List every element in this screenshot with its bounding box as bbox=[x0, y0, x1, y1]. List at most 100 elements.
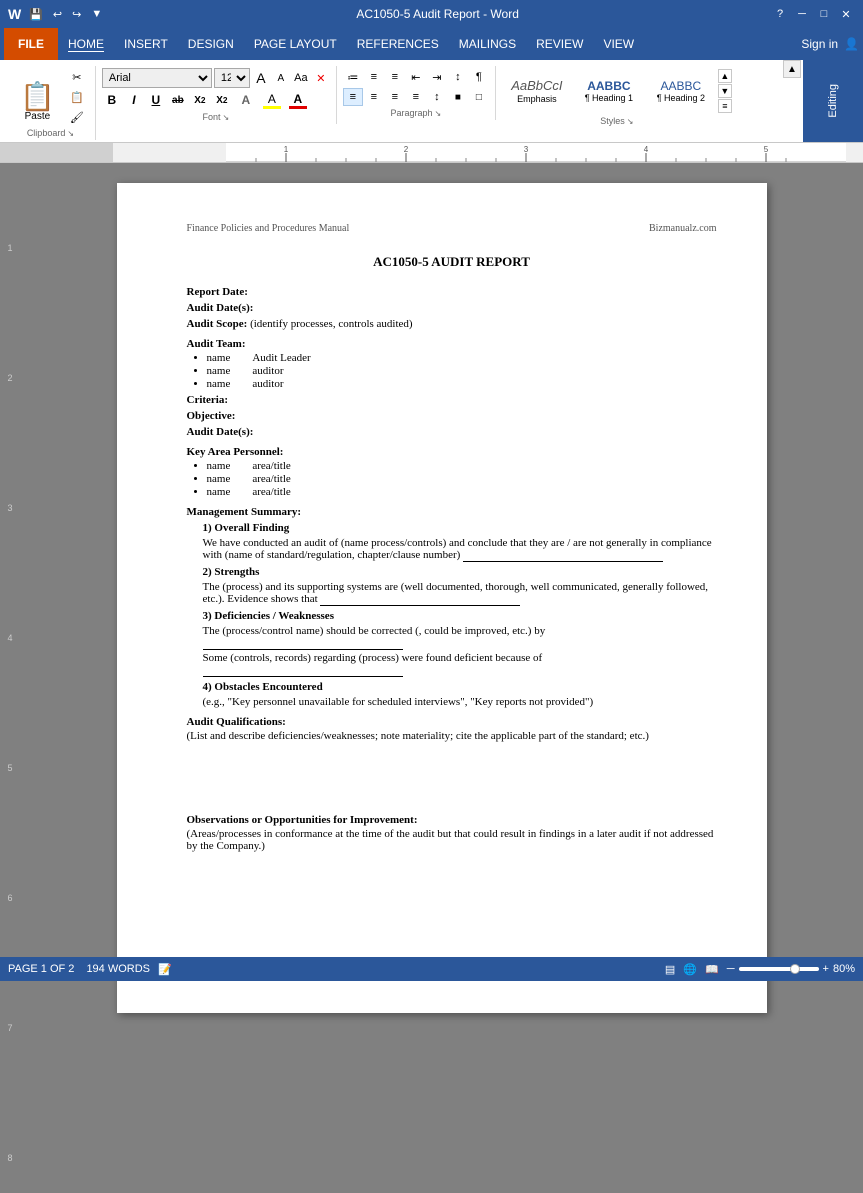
font-content: Arial 12 A A Aa ✕ B I bbox=[102, 68, 330, 110]
signin-area[interactable]: Sign in 👤 bbox=[801, 37, 859, 51]
overall-finding-title: 1) Overall Finding bbox=[203, 522, 717, 534]
align-center-button[interactable]: ≡ bbox=[364, 88, 384, 106]
file-menu-button[interactable]: FILE bbox=[4, 28, 58, 60]
menu-mailings[interactable]: MAILINGS bbox=[449, 28, 526, 60]
underline-button[interactable]: U bbox=[146, 90, 166, 110]
word-logo-icon: W bbox=[8, 6, 21, 22]
status-bar: PAGE 1 OF 2 194 WORDS 📝 ▤ 🌐 📖 ─ + 80% bbox=[0, 957, 863, 981]
audit-scope-section: Audit Scope: (identify processes, contro… bbox=[187, 318, 717, 330]
menu-home[interactable]: HOME bbox=[58, 28, 114, 60]
styles-down-arrow[interactable]: ▼ bbox=[718, 84, 732, 98]
audit-scope-label: Audit Scope: bbox=[187, 318, 251, 330]
menu-review[interactable]: REVIEW bbox=[526, 28, 593, 60]
shading-button[interactable]: ■ bbox=[448, 88, 468, 106]
bullets-button[interactable]: ≔ bbox=[343, 68, 363, 86]
overall-finding-section: 1) Overall Finding We have conducted an … bbox=[203, 522, 717, 562]
zoom-bar: ─ + 80% bbox=[727, 963, 855, 975]
key-area-person-3: name area/title bbox=[207, 486, 717, 498]
page-number-marker-7: 7 bbox=[7, 1023, 12, 1033]
audit-team-member-3: name auditor bbox=[207, 378, 717, 390]
emphasis-style-item[interactable]: AaBbCcI Emphasis bbox=[502, 68, 572, 114]
align-right-button[interactable]: ≡ bbox=[385, 88, 405, 106]
deficiencies-line2: Some (controls, records) regarding (proc… bbox=[203, 652, 717, 677]
justify-button[interactable]: ≡ bbox=[406, 88, 426, 106]
highlight-color-button[interactable]: A bbox=[260, 90, 284, 110]
quick-save-icon[interactable]: 💾 bbox=[27, 8, 45, 21]
quick-undo-icon[interactable]: ↩ bbox=[51, 8, 64, 21]
styles-group: AaBbCcI Emphasis AABBC ¶ Heading 1 AABBC… bbox=[496, 66, 738, 128]
help-icon[interactable]: ? bbox=[771, 5, 789, 23]
left-margin: 1 2 3 4 5 6 7 8 bbox=[0, 163, 20, 1163]
heading2-style-item[interactable]: AABBC ¶ Heading 2 bbox=[646, 68, 716, 114]
key-area-list: name area/title name area/title name are… bbox=[207, 460, 717, 498]
clear-format-button[interactable]: ✕ bbox=[312, 68, 330, 88]
clipboard-expand-icon[interactable]: ↘ bbox=[67, 129, 74, 138]
report-date-label: Report Date: bbox=[187, 286, 248, 298]
strikethrough-button[interactable]: ab bbox=[168, 90, 188, 110]
cut-button[interactable]: ✂ bbox=[65, 68, 89, 86]
document-page[interactable]: Finance Policies and Procedures Manual B… bbox=[117, 183, 767, 1013]
styles-expand-icon[interactable]: ↘ bbox=[627, 117, 634, 126]
font-size-select[interactable]: 12 bbox=[214, 68, 250, 88]
line-spacing-button[interactable]: ↕ bbox=[427, 88, 447, 106]
bold-button[interactable]: B bbox=[102, 90, 122, 110]
decrease-indent-button[interactable]: ⇤ bbox=[406, 68, 426, 86]
styles-up-arrow[interactable]: ▲ bbox=[718, 69, 732, 83]
font-grow-button[interactable]: A bbox=[252, 68, 270, 88]
font-shrink-button[interactable]: A bbox=[272, 68, 290, 88]
quick-redo-icon[interactable]: ↪ bbox=[70, 8, 83, 21]
text-effects-button[interactable]: A bbox=[234, 90, 258, 110]
numbering-button[interactable]: ≡ bbox=[364, 68, 384, 86]
zoom-slider[interactable] bbox=[739, 967, 819, 971]
increase-indent-button[interactable]: ⇥ bbox=[427, 68, 447, 86]
top-area: W 💾 ↩ ↪ ▼ AC1050-5 Audit Report - Word ?… bbox=[0, 0, 863, 163]
ribbon-collapse-button[interactable]: ▲ bbox=[783, 60, 801, 78]
emphasis-preview: AaBbCcI bbox=[511, 78, 562, 94]
strengths-text: The (process) and its supporting systems… bbox=[203, 581, 717, 606]
italic-button[interactable]: I bbox=[124, 90, 144, 110]
quick-customize-icon[interactable]: ▼ bbox=[89, 8, 104, 20]
zoom-out-icon[interactable]: ─ bbox=[727, 963, 735, 975]
font-row1: Arial 12 A A Aa ✕ bbox=[102, 68, 330, 88]
multilevel-button[interactable]: ≡ bbox=[385, 68, 405, 86]
ruler-inner: 1 2 3 4 5 bbox=[226, 143, 846, 162]
paragraph-expand-icon[interactable]: ↘ bbox=[435, 109, 442, 118]
ribbon-groups: 📋 Paste ✂ 📋 🖌 Clipboard ↘ bbox=[0, 64, 863, 142]
sort-button[interactable]: ↕ bbox=[448, 68, 468, 86]
menu-design[interactable]: DESIGN bbox=[178, 28, 244, 60]
superscript-button[interactable]: X2 bbox=[212, 90, 232, 110]
svg-text:3: 3 bbox=[524, 145, 529, 154]
copy-button[interactable]: 📋 bbox=[65, 88, 89, 106]
close-button[interactable]: ✕ bbox=[837, 5, 855, 23]
menu-insert[interactable]: INSERT bbox=[114, 28, 178, 60]
menu-view[interactable]: VIEW bbox=[593, 28, 644, 60]
read-mode-icon[interactable]: 📖 bbox=[705, 963, 719, 976]
paste-button[interactable]: 📋 Paste bbox=[12, 79, 63, 126]
subscript-button[interactable]: X2 bbox=[190, 90, 210, 110]
format-painter-button[interactable]: 🖌 bbox=[65, 108, 89, 126]
styles-more-arrow[interactable]: ≡ bbox=[718, 99, 732, 113]
styles-label: Styles ↘ bbox=[502, 116, 732, 126]
heading1-style-item[interactable]: AABBC ¶ Heading 1 bbox=[574, 68, 644, 114]
restore-button[interactable]: □ bbox=[815, 5, 833, 23]
borders-button[interactable]: □ bbox=[469, 88, 489, 106]
signin-label[interactable]: Sign in bbox=[801, 37, 838, 51]
menu-page-layout[interactable]: PAGE LAYOUT bbox=[244, 28, 347, 60]
web-view-icon[interactable]: 🌐 bbox=[683, 963, 697, 976]
show-marks-button[interactable]: ¶ bbox=[469, 68, 489, 86]
change-case-button[interactable]: Aa bbox=[292, 68, 310, 88]
blank-space bbox=[187, 746, 717, 806]
layout-icon[interactable]: ▤ bbox=[665, 963, 675, 976]
criteria-section: Criteria: bbox=[187, 394, 717, 406]
ruler-svg: 1 2 3 4 5 bbox=[226, 143, 846, 163]
audit-dates2-section: Audit Date(s): bbox=[187, 426, 717, 438]
align-left-button[interactable]: ≡ bbox=[343, 88, 363, 106]
font-expand-icon[interactable]: ↘ bbox=[223, 113, 230, 122]
menu-references[interactable]: REFERENCES bbox=[347, 28, 449, 60]
zoom-in-icon[interactable]: + bbox=[823, 963, 829, 975]
obstacles-title: 4) Obstacles Encountered bbox=[203, 681, 717, 693]
header-right: Bizmanualz.com bbox=[649, 223, 716, 234]
font-color-button[interactable]: A bbox=[286, 90, 310, 110]
minimize-button[interactable]: ─ bbox=[793, 5, 811, 23]
font-family-select[interactable]: Arial bbox=[102, 68, 212, 88]
